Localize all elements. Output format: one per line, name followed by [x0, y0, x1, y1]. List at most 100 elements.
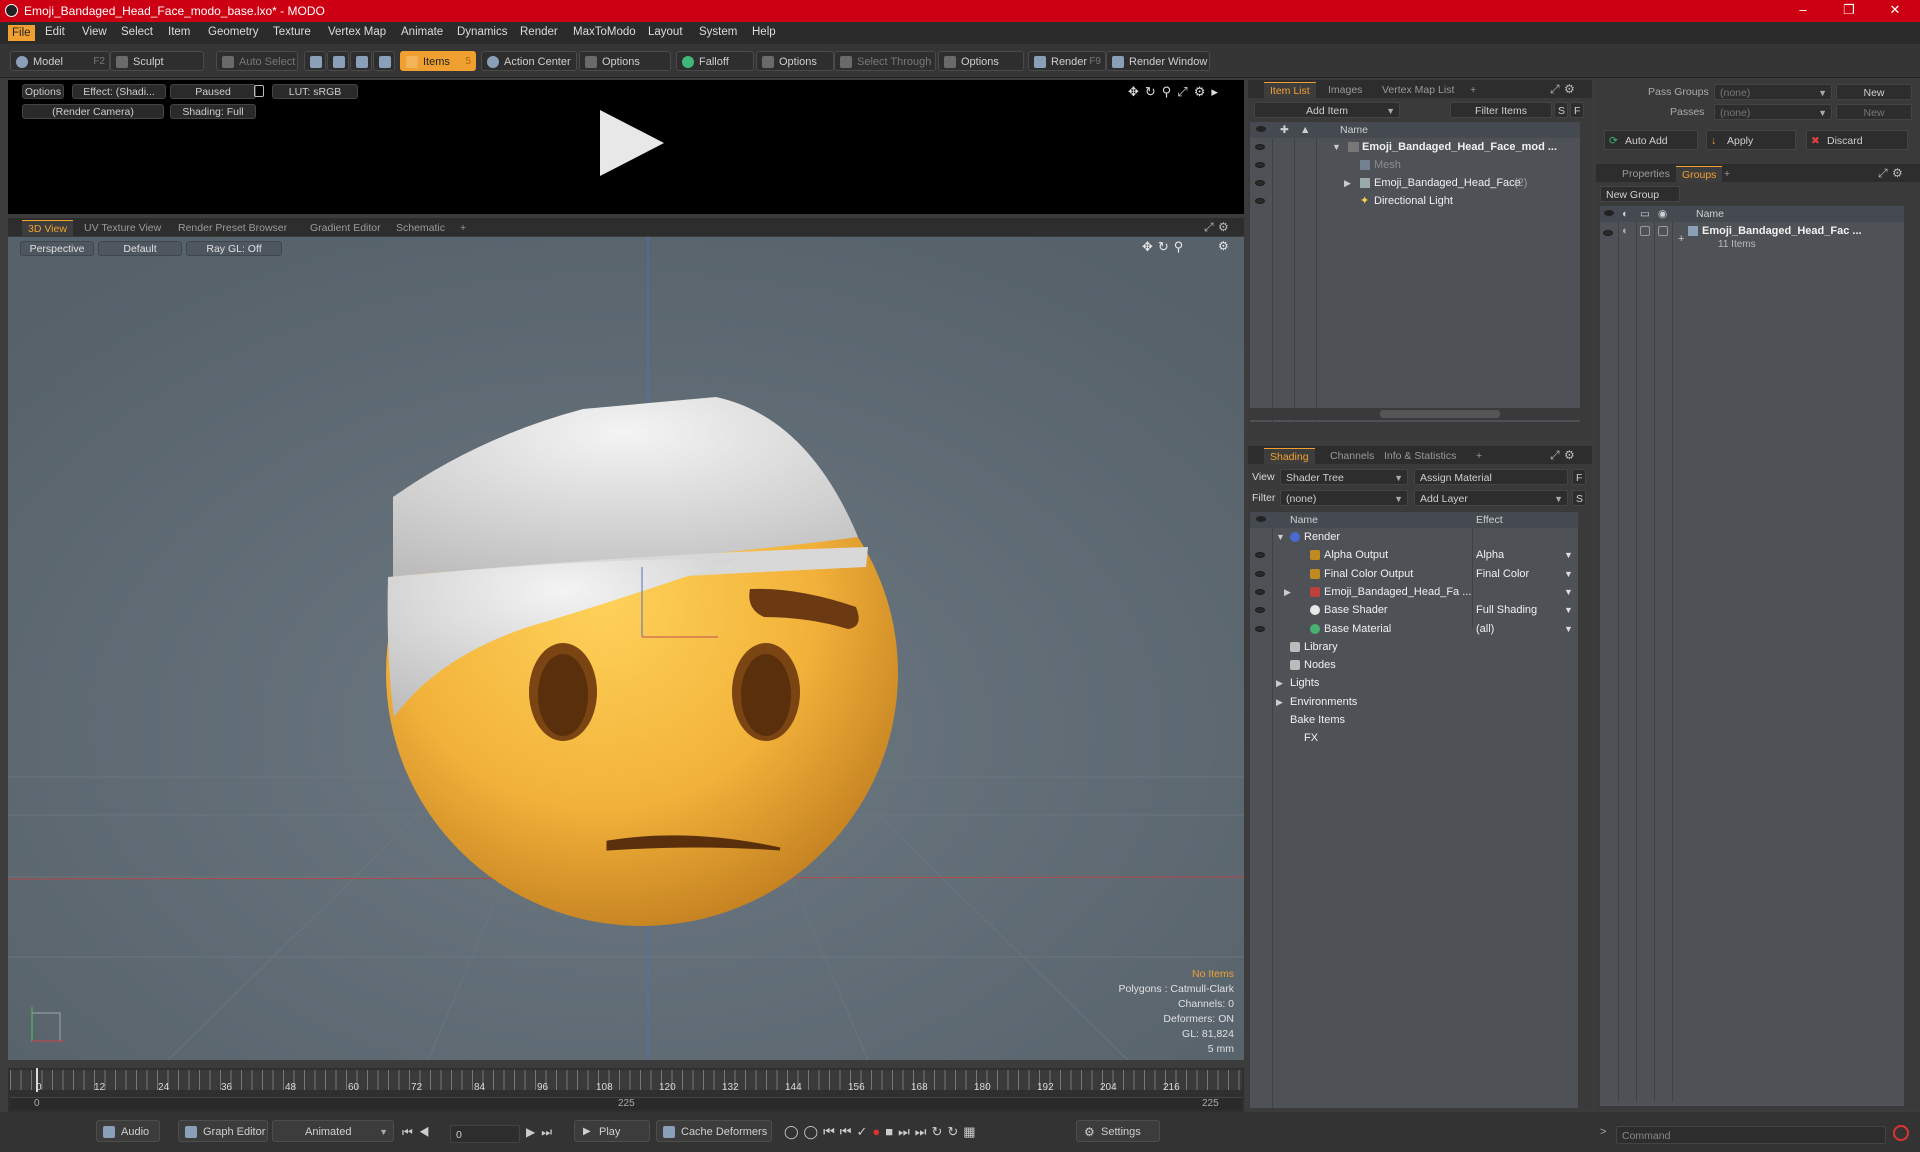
new-pass-button[interactable]: New [1836, 104, 1912, 120]
items-mode-button[interactable]: Items 5 [400, 51, 476, 71]
shader-row-effect[interactable]: Full Shading [1476, 601, 1537, 619]
add-tab-button[interactable]: + [454, 220, 472, 236]
tab-info-statistics[interactable]: Info & Statistics [1378, 448, 1462, 464]
assign-material-button[interactable]: Assign Material [1414, 469, 1568, 485]
shader-row[interactable]: Alpha Output Alpha ▼ [1250, 546, 1578, 564]
view-dropdown[interactable]: Shader Tree ▼ [1280, 469, 1408, 485]
chevron-down-icon[interactable]: ▼ [1564, 565, 1573, 583]
action-center-options-button[interactable]: Options [579, 51, 671, 71]
shader-row[interactable]: Bake Items [1250, 711, 1578, 729]
close-button[interactable]: ✕ [1872, 2, 1918, 20]
edge-mode-button[interactable] [327, 51, 349, 71]
shader-row-effect[interactable]: Alpha [1476, 546, 1504, 564]
add-tab-button[interactable]: + [1470, 448, 1488, 464]
panel-gear-icon[interactable]: ⚙ [1564, 82, 1575, 96]
lut-dropdown[interactable]: LUT: sRGB [272, 84, 358, 99]
menu-render[interactable]: Render [520, 26, 558, 38]
preview-effect-dropdown[interactable]: Effect: (Shadi... [72, 84, 166, 99]
tab-gradient-editor[interactable]: Gradient Editor [304, 220, 387, 236]
tab-groups[interactable]: Groups [1676, 166, 1723, 182]
shading-s-button[interactable]: S [1572, 490, 1586, 506]
tab-schematic[interactable]: Schematic [390, 220, 451, 236]
item-list-s-button[interactable]: S [1554, 102, 1568, 118]
playback-step-buttons[interactable]: ▶⏭ [526, 1125, 558, 1140]
falloff-button[interactable]: Falloff [676, 51, 754, 71]
shader-tree[interactable]: Name Effect ▼ Render Alpha Output Alpha ▼ Fin… [1250, 512, 1578, 1108]
menu-view[interactable]: View [82, 26, 107, 38]
lock-icon[interactable] [254, 85, 264, 97]
keyframe-tool-icons[interactable]: ◯◯⏮⏮✓●■⏭⏭↻↻▦ [784, 1124, 981, 1140]
cache-deformers-button[interactable]: Cache Deformers [656, 1120, 772, 1142]
menu-help[interactable]: Help [752, 26, 776, 38]
menu-layout[interactable]: Layout [648, 26, 683, 38]
sculpt-mode-button[interactable]: Sculpt [110, 51, 204, 71]
tab-3d-view[interactable]: 3D View [22, 220, 73, 236]
chevron-down-icon[interactable]: ▼ [1564, 546, 1573, 564]
passes-dropdown[interactable]: (none) ▼ [1714, 104, 1832, 120]
maximize-button[interactable]: ❐ [1826, 2, 1872, 20]
item-list-f-button[interactable]: F [1570, 102, 1584, 118]
chevron-down-icon[interactable]: ▼ [1564, 620, 1573, 638]
panel-expand-icon[interactable]: ⤢ [1550, 82, 1560, 97]
tab-uv-texture-view[interactable]: UV Texture View [78, 220, 167, 236]
menu-vertex-map[interactable]: Vertex Map [328, 26, 386, 38]
shader-row-effect[interactable]: Final Color [1476, 565, 1529, 583]
record-macro-icon[interactable] [1893, 1125, 1909, 1141]
visibility-eye-icon[interactable] [1255, 607, 1265, 614]
discard-button[interactable]: ✖ Discard [1806, 130, 1908, 150]
chevron-down-icon[interactable]: ▼ [1564, 601, 1573, 619]
tab-render-preset-browser[interactable]: Render Preset Browser [172, 220, 293, 236]
timeline-range-bar[interactable]: 0 225 225 [10, 1097, 1242, 1110]
play-icon[interactable] [600, 110, 664, 176]
render-camera-dropdown[interactable]: (Render Camera) [22, 104, 164, 119]
visibility-eye-icon[interactable] [1255, 180, 1265, 186]
default-style-dropdown[interactable]: Default [98, 241, 182, 256]
menu-maxtomodo[interactable]: MaxToModo [573, 26, 636, 38]
select-toggle-icon[interactable] [1658, 226, 1668, 236]
viewport-expand-icon[interactable]: ⤢ [1204, 220, 1214, 235]
menu-animate[interactable]: Animate [401, 26, 443, 38]
shader-row[interactable]: Base Material (all) ▼ [1250, 620, 1578, 638]
3d-viewport[interactable]: Perspective Default Ray GL: Off ✥↻⚲ ⚙ No… [8, 237, 1244, 1060]
group-row[interactable]: ◐ + Emoji_Bandaged_Head_Fac ... 11 Items [1600, 222, 1904, 256]
menu-dynamics[interactable]: Dynamics [457, 26, 507, 38]
audio-button[interactable]: Audio [96, 1120, 160, 1142]
pass-groups-dropdown[interactable]: (none) ▼ [1714, 84, 1832, 100]
tab-item-list[interactable]: Item List [1264, 82, 1316, 98]
shader-row[interactable]: ▼ Render [1250, 528, 1578, 546]
apply-button[interactable]: ↓ Apply [1706, 130, 1796, 150]
shading-dropdown[interactable]: Shading: Full [170, 104, 256, 119]
add-layer-dropdown[interactable]: Add Layer ▼ [1414, 490, 1568, 506]
polygon-mode-button[interactable] [350, 51, 372, 71]
panel-expand-icon[interactable]: ⤢ [1550, 448, 1560, 463]
shader-row[interactable]: Library [1250, 638, 1578, 656]
menu-item[interactable]: Item [168, 26, 190, 38]
frame-field[interactable]: 0 [450, 1125, 520, 1143]
vertex-mode-button[interactable] [304, 51, 326, 71]
menu-file[interactable]: File [8, 25, 35, 41]
render-toggle-icon[interactable]: ◐ [1622, 222, 1629, 240]
visibility-eye-icon[interactable] [1255, 588, 1265, 595]
tab-images[interactable]: Images [1322, 82, 1368, 98]
expand-arrow-icon[interactable]: ▶ [1276, 674, 1283, 692]
shader-row[interactable]: Base Shader Full Shading ▼ [1250, 601, 1578, 619]
visibility-eye-icon[interactable] [1255, 144, 1265, 150]
add-tab-button[interactable]: + [1464, 82, 1482, 98]
tab-vertex-map-list[interactable]: Vertex Map List [1376, 82, 1460, 98]
preview-nav-icons[interactable]: ✥↻⚲⤢⚙▸ [1128, 84, 1224, 100]
shader-row[interactable]: Nodes [1250, 656, 1578, 674]
graph-editor-button[interactable]: Graph Editor [178, 1120, 268, 1142]
shader-row[interactable]: ▶ Lights [1250, 674, 1578, 692]
menu-system[interactable]: System [699, 26, 737, 38]
filter-items-field[interactable]: Filter Items [1450, 102, 1552, 118]
auto-add-button[interactable]: ⟳ Auto Add [1604, 130, 1698, 150]
expand-arrow-icon[interactable]: ▶ [1344, 174, 1351, 192]
playback-start-buttons[interactable]: ⏮◀ [402, 1125, 436, 1140]
auto-select-button[interactable]: Auto Select [216, 51, 298, 71]
item-row-group[interactable]: ▶ Emoji_Bandaged_Head_Face (2) [1250, 174, 1580, 192]
viewport-settings-icon[interactable]: ⚙ [1218, 239, 1229, 253]
shader-row[interactable]: ▶ Environments [1250, 693, 1578, 711]
menu-edit[interactable]: Edit [45, 26, 65, 38]
timeline[interactable]: 0 12 24 36 48 60 72 84 96 108 120 132 14… [8, 1068, 1244, 1112]
filter-dropdown[interactable]: (none) ▼ [1280, 490, 1408, 506]
